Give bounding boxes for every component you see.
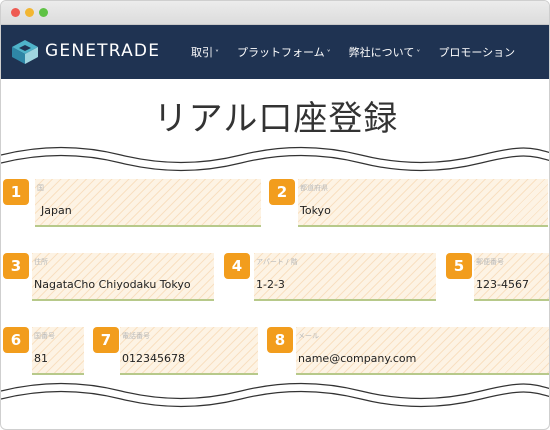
prefecture-field[interactable]: 都道府県 Tokyo xyxy=(298,179,548,227)
nav-item-label: プロモーション xyxy=(438,46,516,59)
genetrade-logo-icon xyxy=(12,40,38,64)
country-field[interactable]: 国 Japan xyxy=(35,179,261,227)
prefecture-value: Tokyo xyxy=(300,204,331,217)
window-titlebar xyxy=(1,1,549,25)
close-window-button[interactable] xyxy=(11,8,20,17)
apartment-floor-value: 1-2-3 xyxy=(256,278,285,291)
nav-item-about[interactable]: 弊社について ˅ xyxy=(349,44,421,60)
step-badge-2: 2 xyxy=(269,179,295,205)
step-badge-5: 5 xyxy=(446,253,472,279)
maximize-window-button[interactable] xyxy=(39,8,48,17)
apartment-floor-field[interactable]: アパート / 階 1-2-3 xyxy=(254,253,436,301)
nav-item-promotion[interactable]: プロモーション xyxy=(438,44,515,60)
postal-code-label: 郵便番号 xyxy=(476,258,504,266)
address-value: NagataCho Chiyodaku Tokyo xyxy=(34,278,191,291)
country-code-field[interactable]: 国番号 81 xyxy=(32,327,84,375)
step-badge-8: 8 xyxy=(267,327,293,353)
minimize-window-button[interactable] xyxy=(25,8,34,17)
step-badge-3: 3 xyxy=(3,253,29,279)
apartment-floor-label: アパート / 階 xyxy=(256,258,298,266)
brand-logo[interactable]: GENETRADE xyxy=(11,39,171,65)
email-value: name@company.com xyxy=(298,352,417,365)
torn-edge-divider-top xyxy=(1,146,549,172)
step-badge-4: 4 xyxy=(224,253,250,279)
brand-name: GENETRADE xyxy=(45,41,161,61)
page-title: リアル口座登録 xyxy=(153,99,399,139)
postal-code-value: 123-4567 xyxy=(476,278,529,291)
country-value: Japan xyxy=(41,204,72,217)
prefecture-label: 都道府県 xyxy=(300,184,328,192)
step-badge-7: 7 xyxy=(93,327,119,353)
email-label: メール xyxy=(298,332,319,340)
country-label: 国 xyxy=(37,184,44,192)
chevron-down-icon: ˅ xyxy=(215,49,219,58)
phone-number-value: 012345678 xyxy=(122,352,185,365)
site-navbar: GENETRADE 取引 ˅ プラットフォーム ˅ 弊社について ˅ プロモーション xyxy=(1,25,549,79)
step-badge-6: 6 xyxy=(3,327,29,353)
address-label: 住所 xyxy=(34,258,48,266)
browser-window: GENETRADE 取引 ˅ プラットフォーム ˅ 弊社について ˅ プロモーション … xyxy=(0,0,550,430)
nav-item-label: プラットフォーム xyxy=(237,46,325,59)
step-badge-1: 1 xyxy=(3,179,29,205)
postal-code-field[interactable]: 郵便番号 123-4567 xyxy=(474,253,549,301)
phone-number-label: 電話番号 xyxy=(122,332,150,340)
country-code-value: 81 xyxy=(34,352,48,365)
nav-item-trading[interactable]: 取引 ˅ xyxy=(191,44,219,60)
address-field[interactable]: 住所 NagataCho Chiyodaku Tokyo xyxy=(32,253,214,301)
nav-item-label: 取引 xyxy=(191,46,213,59)
torn-edge-divider-bottom xyxy=(1,382,549,408)
email-field[interactable]: メール name@company.com xyxy=(296,327,549,375)
phone-number-field[interactable]: 電話番号 012345678 xyxy=(120,327,258,375)
country-code-label: 国番号 xyxy=(34,332,55,340)
chevron-down-icon: ˅ xyxy=(416,49,421,58)
chevron-down-icon: ˅ xyxy=(326,49,331,58)
nav-item-platform[interactable]: プラットフォーム ˅ xyxy=(237,44,331,60)
nav-item-label: 弊社について xyxy=(348,46,415,59)
